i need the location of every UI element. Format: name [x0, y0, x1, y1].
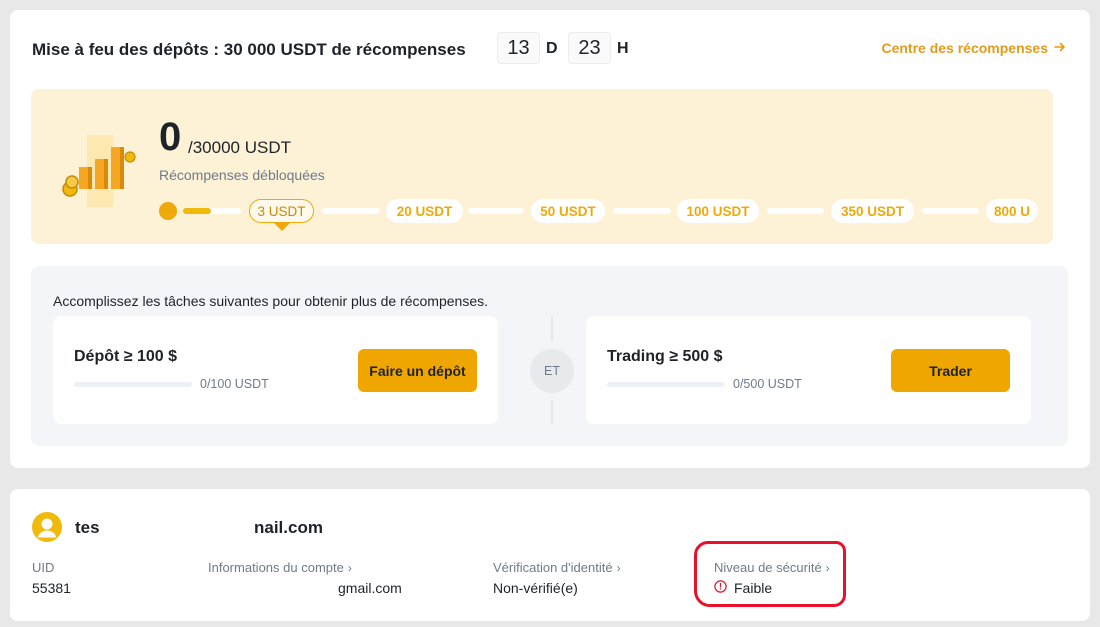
- milestone-3-usdt: 3 USDT: [249, 199, 314, 223]
- campaign-title: Mise à feu des dépôts : 30 000 USDT de r…: [32, 40, 466, 59]
- deposit-campaign-card: Mise à feu des dépôts : 30 000 USDT de r…: [10, 10, 1090, 468]
- account-info-value: ɡmail.com: [338, 580, 402, 596]
- connector-and: ET: [530, 349, 574, 393]
- rewards-unlocked-label: Récompenses débloquées: [159, 167, 325, 183]
- task-deposit-title: Dépôt ≥ 100 $: [74, 348, 178, 365]
- milestone-pointer: [274, 223, 290, 231]
- task-trading: Trading ≥ 500 $ 0/500 USDT Trader: [586, 316, 1031, 424]
- task-trading-progress: 0/500 USDT: [733, 377, 802, 391]
- account-info-label: Informations du compte: [208, 560, 344, 575]
- rewards-total: /30000 USDT: [188, 138, 291, 157]
- milestone-800-usdt: 800 U: [986, 199, 1038, 223]
- tasks-heading: Accomplissez les tâches suivantes pour o…: [53, 293, 488, 309]
- milestone-100-usdt: 100 USDT: [677, 199, 759, 223]
- progress-start-dot: [159, 202, 177, 220]
- chevron-right-icon: ›: [616, 560, 621, 575]
- user-name-prefix: tes: [75, 518, 100, 537]
- identity-verification-value: Non-vérifié(e): [493, 580, 578, 596]
- uid-label: UID: [32, 560, 54, 575]
- account-info-link[interactable]: Informations du compte ›: [208, 560, 352, 575]
- uid-label-text: UID: [32, 560, 55, 575]
- deposit-button[interactable]: Faire un dépôt: [358, 349, 477, 392]
- connector-line-bottom: [551, 400, 553, 424]
- connector-line-top: [551, 316, 553, 342]
- account-card: tes nail.com UID 55381 Informations du c…: [10, 489, 1090, 621]
- milestone-20-usdt: 20 USDT: [386, 199, 463, 223]
- task-trading-title: Trading ≥ 500 $: [607, 348, 723, 365]
- security-highlight-annotation: [694, 541, 846, 607]
- progress-segment: [767, 208, 824, 214]
- progress-segment: [613, 208, 671, 214]
- task-deposit: Dépôt ≥ 100 $ 0/100 USDT Faire un dépôt: [53, 316, 498, 424]
- task-deposit-progress-bar: [74, 382, 192, 387]
- rewards-center-link[interactable]: Centre des récompenses: [881, 40, 1066, 56]
- coins-bars-icon: [57, 129, 137, 209]
- timer-hours: 23: [568, 32, 611, 64]
- identity-verification-link[interactable]: Vérification d'identité ›: [493, 560, 621, 575]
- rewards-current: 0: [159, 115, 182, 159]
- milestone-350-usdt: 350 USDT: [831, 199, 914, 223]
- uid-value: 55381: [32, 580, 71, 596]
- progress-segment: [322, 208, 380, 214]
- task-trading-progress-bar: [607, 382, 725, 387]
- timer-days-unit: D: [546, 40, 558, 57]
- rewards-progress-panel: 0 /30000 USDT Récompenses débloquées 3 U…: [31, 89, 1053, 244]
- progress-segment: [922, 208, 979, 214]
- chevron-right-icon: ›: [347, 560, 352, 575]
- identity-verification-label: Vérification d'identité: [493, 560, 613, 575]
- user-name-suffix: nail.com: [254, 518, 323, 537]
- rewards-center-label: Centre des récompenses: [881, 40, 1048, 56]
- timer-days: 13: [497, 32, 540, 64]
- avatar-icon: [32, 512, 62, 542]
- timer-hours-unit: H: [617, 40, 629, 57]
- progress-segment: [183, 208, 241, 214]
- milestone-50-usdt: 50 USDT: [531, 199, 605, 223]
- progress-segment: [468, 208, 524, 214]
- trade-button[interactable]: Trader: [891, 349, 1010, 392]
- tasks-section: Accomplissez les tâches suivantes pour o…: [31, 266, 1068, 446]
- task-deposit-progress: 0/100 USDT: [200, 377, 269, 391]
- arrow-right-icon: [1054, 40, 1066, 56]
- progress-segment-fill: [183, 208, 211, 214]
